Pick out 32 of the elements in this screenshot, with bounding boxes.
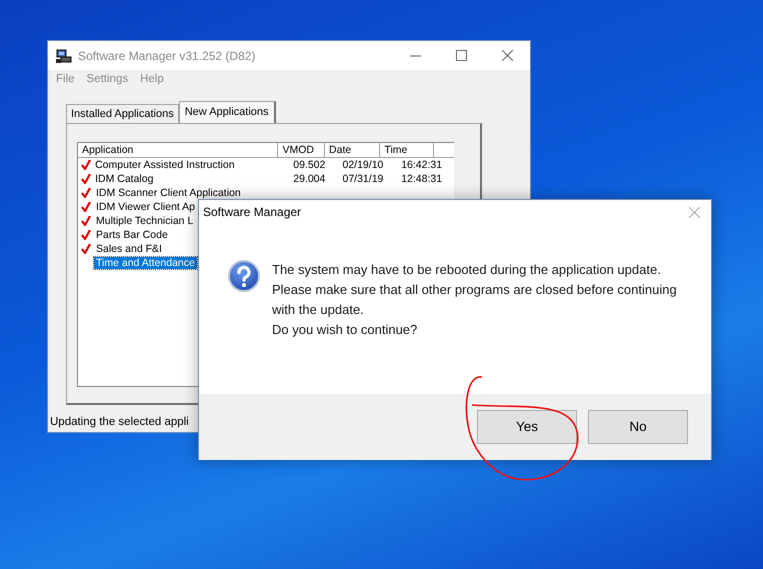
- status-text: Updating the selected appli: [49, 414, 190, 430]
- table-cell-text: 29.004: [292, 172, 326, 186]
- list-item[interactable]: IDM Scanner Client Application: [94, 187, 243, 199]
- list-item[interactable]: Multiple Technician L: [94, 215, 196, 227]
- column-header[interactable]: Application: [78, 143, 278, 158]
- message-text: Please make sure that all other programs are closed before continuing with the update.: [272, 281, 678, 319]
- table-cell-text: 07/31/19: [342, 172, 384, 186]
- close-button[interactable]: [502, 50, 512, 61]
- list-item[interactable]: IDM Viewer Client Ap: [94, 201, 198, 213]
- list-item[interactable]: Parts Bar Code: [94, 229, 170, 241]
- column-header[interactable]: VMOD: [278, 143, 326, 158]
- message-text: Do you wish to continue?: [272, 321, 418, 339]
- list-item[interactable]: Computer Assisted Instruction: [93, 159, 237, 171]
- list-item[interactable]: Sales and F&I: [94, 243, 164, 255]
- table-cell-text: 09.502: [292, 158, 326, 172]
- dialog-button[interactable]: Yes: [477, 410, 577, 444]
- dialog-title: Software Manager: [203, 204, 302, 221]
- table-cell-text: 02/19/10: [342, 158, 384, 172]
- tab[interactable]: New Applications: [178, 101, 276, 123]
- maximize-button[interactable]: [456, 50, 466, 61]
- table-cell-text: 12:48:31: [400, 172, 444, 186]
- window-title: Software Manager v31.252 (D82): [78, 48, 256, 64]
- column-header[interactable]: Time: [380, 143, 434, 158]
- dialog-button[interactable]: No: [588, 410, 688, 444]
- table-cell-text: 16:42:31: [400, 158, 444, 172]
- tab[interactable]: Installed Applications: [66, 104, 179, 123]
- list-item[interactable]: Time and Attendance: [94, 257, 197, 269]
- column-header[interactable]: Date: [325, 143, 380, 158]
- list-item[interactable]: IDM Catalog: [93, 173, 156, 185]
- question-icon: [228, 260, 260, 292]
- message-text: The system may have to be rebooted during the application update.: [272, 261, 662, 279]
- computer-icon: [56, 48, 72, 64]
